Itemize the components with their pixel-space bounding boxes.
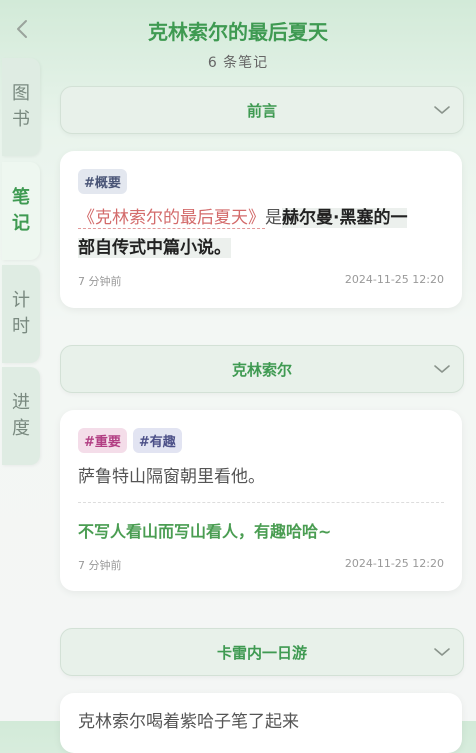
tab-timer[interactable]: 计 时: [2, 265, 40, 363]
section-title: 卡雷内一日游: [216, 644, 307, 662]
chevron-down-icon: [434, 648, 450, 656]
section-header-klingsor[interactable]: 克林索尔: [60, 345, 464, 393]
note-body: 萨鲁特山隔窗朝里看他。: [78, 467, 265, 487]
section-header-preface[interactable]: 前言: [60, 86, 464, 134]
note-card[interactable]: 克林索尔喝着紫哈子笔了起来: [60, 693, 462, 753]
tab-progress[interactable]: 进 度: [2, 367, 40, 465]
note-card[interactable]: #重要 #有趣 萨鲁特山隔窗朝里看他。 不写人看山而写山看人，有趣哈哈~ 7 分…: [60, 410, 462, 591]
tab-notes-char-2: 记: [12, 213, 30, 234]
note-body: 《克林索尔的最后夏天》是赫尔曼·黑塞的一部自传式中篇小说。: [78, 203, 444, 263]
tab-notes-char-1: 笔: [12, 187, 30, 208]
note-text-connector: 是: [265, 208, 282, 228]
section-title: 前言: [246, 102, 277, 120]
header: 克林索尔的最后夏天 6 条笔记: [0, 0, 476, 80]
chevron-down-icon: [434, 106, 450, 114]
tab-progress-char-1: 进: [12, 392, 30, 413]
tab-books-char-2: 书: [12, 109, 30, 130]
section-title: 克林索尔: [231, 361, 292, 379]
tag-list: #概要: [78, 169, 127, 194]
book-title-quote: 《克林索尔的最后夏天》: [78, 208, 265, 229]
highlight-text: 赫尔曼·黑塞的一: [282, 208, 408, 228]
note-card[interactable]: #概要 《克林索尔的最后夏天》是赫尔曼·黑塞的一 部自传式中篇小说。 7 分钟前 …: [60, 151, 462, 308]
divider: [78, 502, 444, 503]
section-header-carena-trip[interactable]: 卡雷内一日游: [60, 628, 464, 676]
chevron-down-icon: [434, 365, 450, 373]
tab-books[interactable]: 图 书: [2, 58, 40, 156]
tab-notes[interactable]: 笔 记: [2, 162, 40, 260]
time-ago: 7 分钟前: [78, 559, 122, 572]
tab-progress-char-2: 度: [12, 418, 30, 439]
tag-important[interactable]: #重要: [78, 428, 127, 453]
note-date: 2024-11-25 12:20: [344, 273, 444, 286]
tag-list: #重要 #有趣: [78, 428, 182, 453]
tab-timer-char-1: 计: [12, 290, 30, 311]
tag-interesting[interactable]: #有趣: [132, 428, 182, 453]
page-title: 克林索尔的最后夏天: [148, 20, 328, 44]
tag-summary[interactable]: #概要: [78, 169, 127, 194]
note-body: 克林索尔喝着紫哈子笔了起来: [78, 712, 299, 732]
tab-books-char-1: 图: [12, 83, 30, 104]
note-count: 6 条笔记: [207, 55, 269, 71]
time-ago: 7 分钟前: [78, 275, 122, 288]
highlight-text: 部自传式中篇小说。: [78, 238, 231, 258]
note-comment: 不写人看山而写山看人，有趣哈哈~: [78, 522, 332, 541]
tab-timer-char-2: 时: [12, 316, 30, 337]
note-date: 2024-11-25 12:20: [344, 557, 444, 570]
